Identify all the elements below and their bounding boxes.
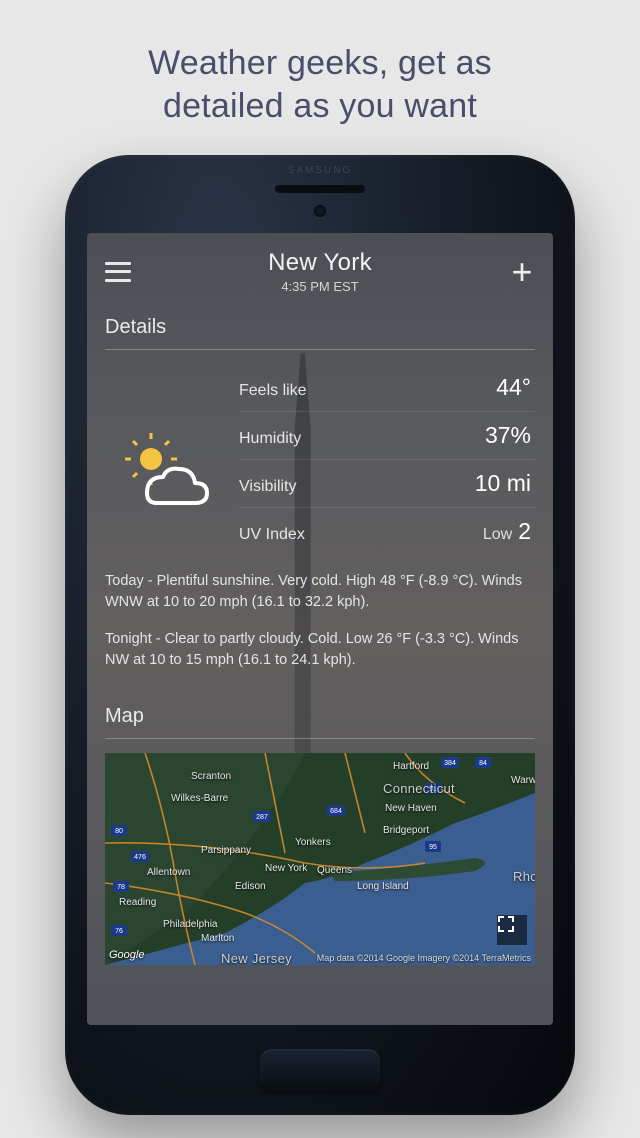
phone-frame: SAMSUNG New York 4:35 PM EST + Details	[65, 155, 575, 1115]
promo-headline: Weather geeks, get as detailed as you wa…	[148, 42, 492, 127]
details-title: Details	[105, 306, 535, 350]
svg-text:76: 76	[115, 928, 123, 935]
app-screen: New York 4:35 PM EST + Details	[87, 233, 553, 1025]
metric-label: Feels like	[239, 382, 307, 400]
metric-humidity: Humidity 37%	[239, 412, 535, 460]
phone-brand: SAMSUNG	[288, 165, 353, 176]
forecast-today: Today - Plentiful sunshine. Very cold. H…	[105, 571, 535, 613]
svg-text:78: 78	[117, 884, 125, 891]
metric-label: UV Index	[239, 526, 305, 544]
menu-icon[interactable]	[105, 262, 131, 282]
svg-text:684: 684	[330, 808, 342, 815]
map-section: Map	[87, 695, 553, 965]
phone-home-button[interactable]	[260, 1049, 380, 1091]
metric-feels-like: Feels like 44°	[239, 364, 535, 412]
expand-map-icon[interactable]	[497, 915, 527, 945]
location-header[interactable]: New York 4:35 PM EST	[268, 249, 372, 294]
svg-text:384: 384	[444, 760, 456, 767]
svg-text:287: 287	[256, 814, 268, 821]
forecast-tonight: Tonight - Clear to partly cloudy. Cold. …	[105, 629, 535, 671]
svg-text:476: 476	[134, 854, 146, 861]
add-location-icon[interactable]: +	[509, 262, 535, 282]
map-provider-logo: Google	[109, 949, 144, 961]
partly-sunny-icon	[105, 364, 225, 555]
svg-text:91: 91	[429, 786, 437, 793]
metric-value: 37%	[485, 422, 531, 449]
metric-label: Visibility	[239, 478, 297, 496]
metric-value: 44°	[496, 374, 531, 401]
metric-label: Humidity	[239, 430, 301, 448]
metric-uv-index: UV Index Low2	[239, 508, 535, 555]
city-name: New York	[268, 249, 372, 277]
map-title: Map	[105, 695, 535, 739]
promo-line2: detailed as you want	[148, 85, 492, 128]
local-time: 4:35 PM EST	[268, 279, 372, 294]
map-attribution: Map data ©2014 Google Imagery ©2014 Terr…	[317, 953, 531, 963]
metric-value: 10 mi	[475, 470, 531, 497]
weather-map[interactable]: 80 287 476 78 76 684 384 84 91 95 Scrant	[105, 753, 535, 965]
promo-line1: Weather geeks, get as	[148, 42, 492, 85]
app-topbar: New York 4:35 PM EST +	[87, 233, 553, 306]
metric-value: Low2	[483, 518, 531, 545]
svg-text:95: 95	[429, 844, 437, 851]
metrics-list: Feels like 44° Humidity 37% Visibility 1…	[239, 364, 535, 555]
svg-text:80: 80	[115, 828, 123, 835]
metric-visibility: Visibility 10 mi	[239, 460, 535, 508]
details-section: Details	[87, 306, 553, 689]
svg-text:84: 84	[479, 760, 487, 767]
